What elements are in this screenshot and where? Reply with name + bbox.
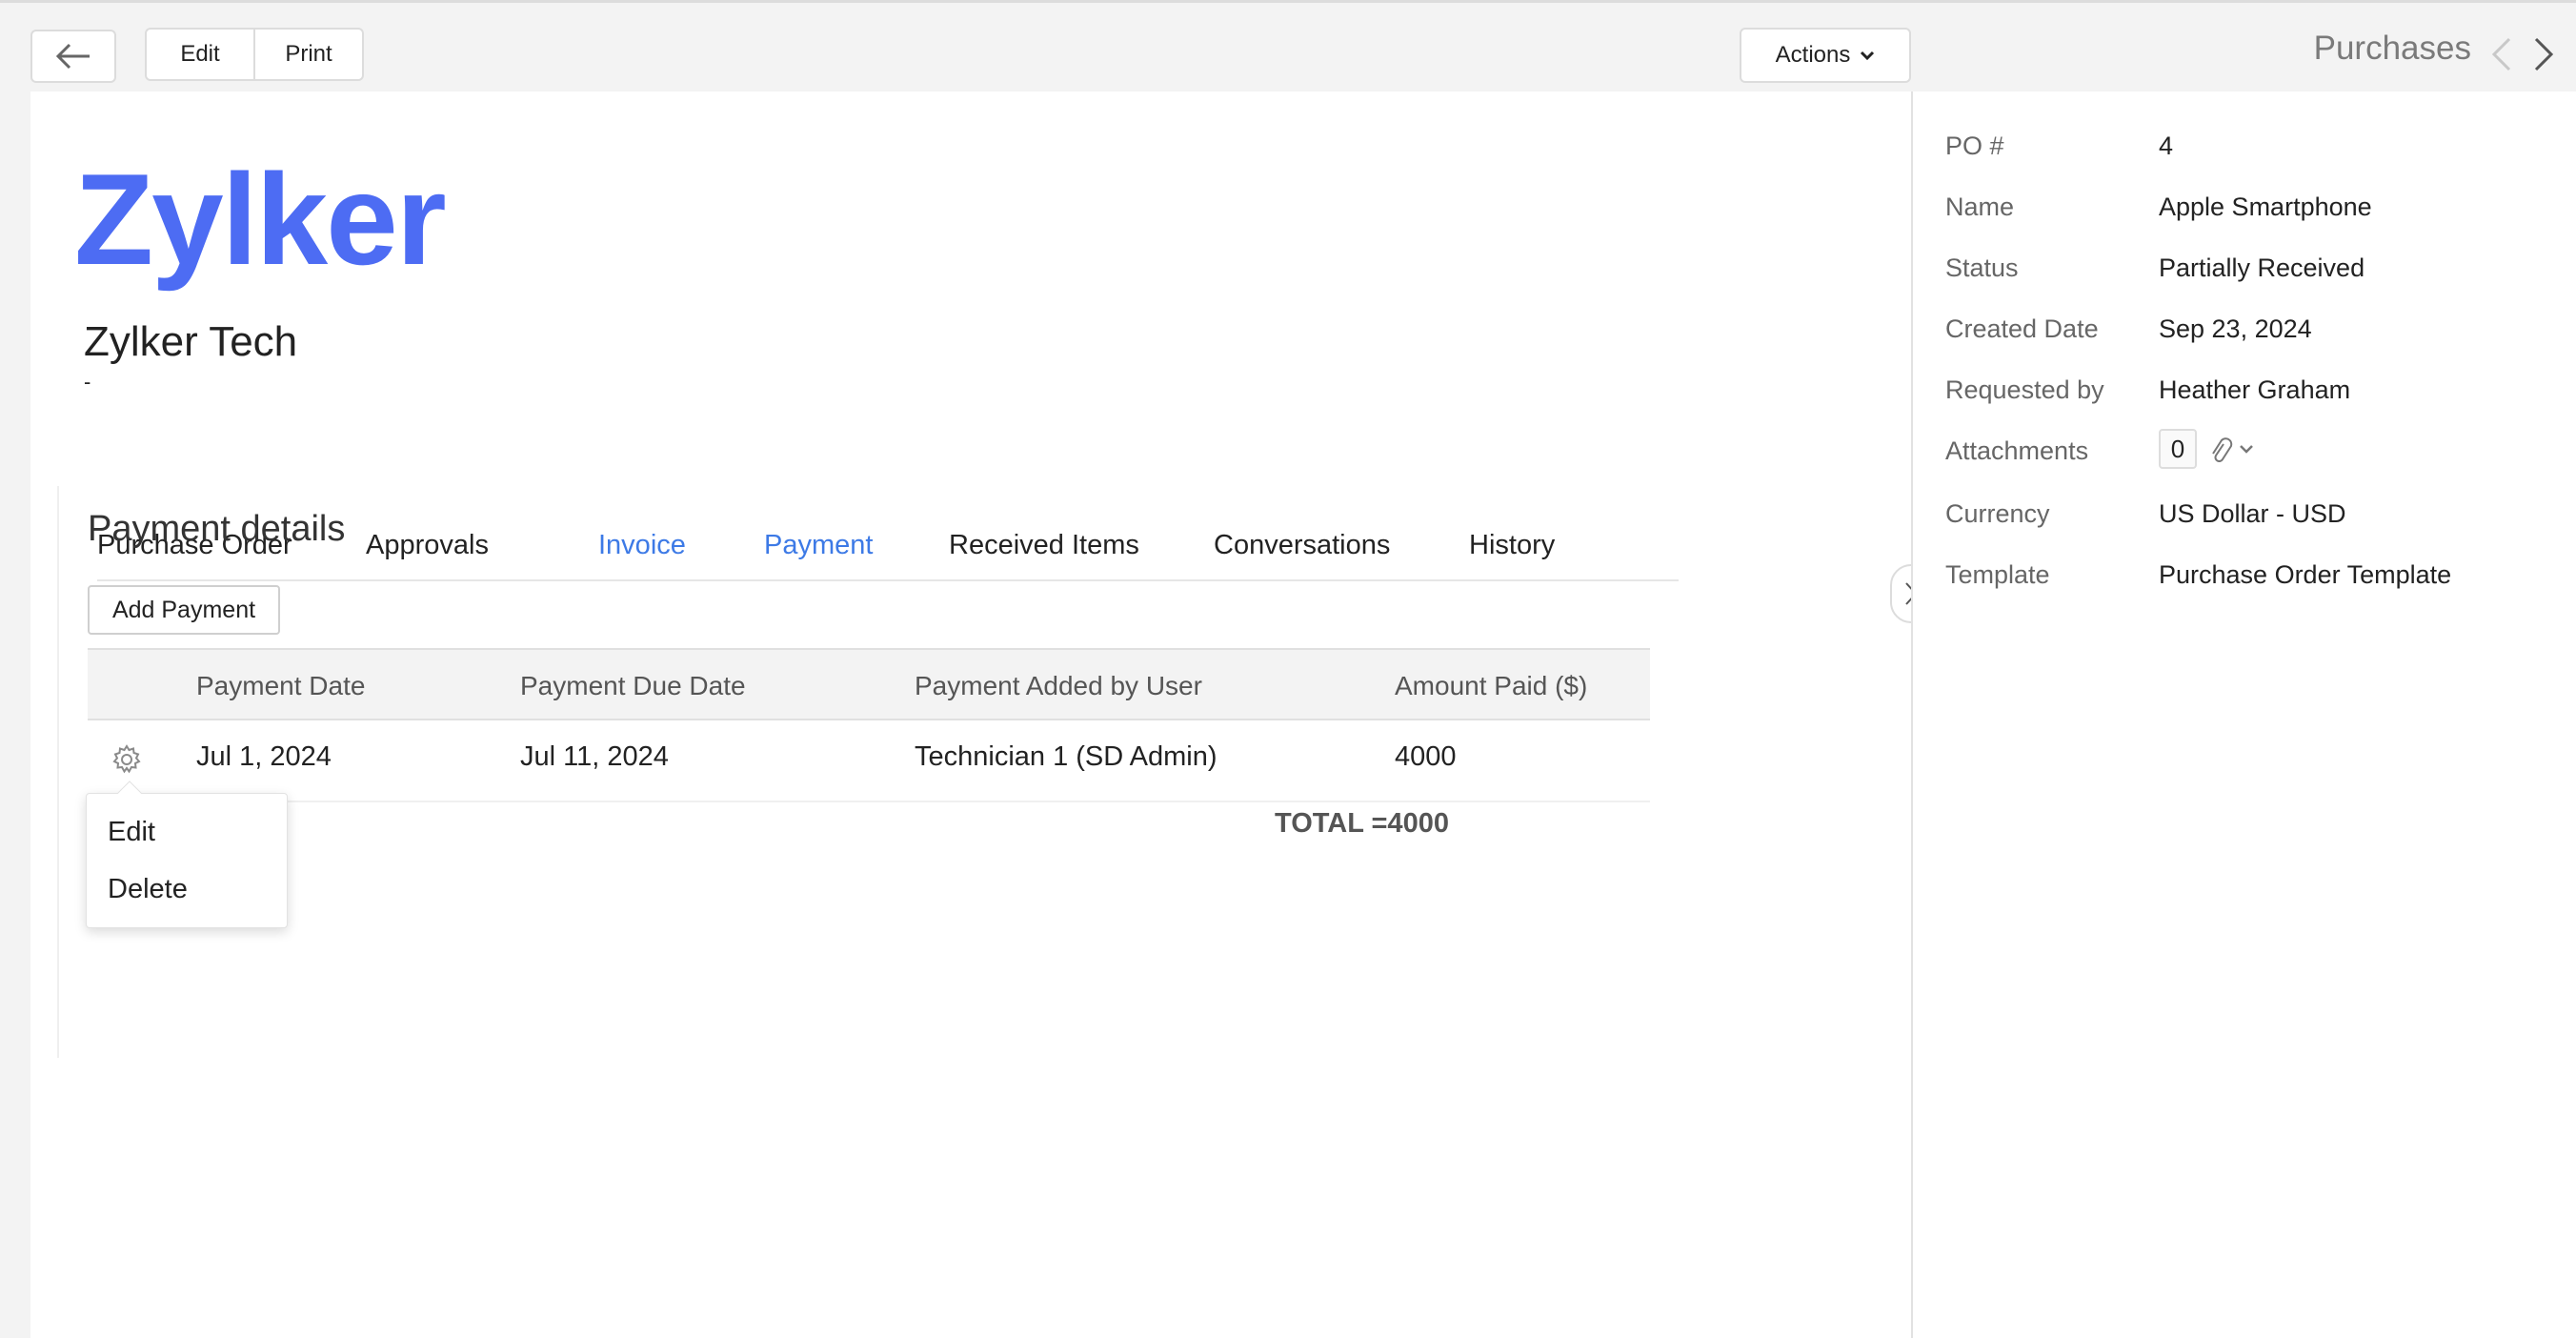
arrow-left-icon [55,43,90,70]
detail-value: US Dollar - USD [2159,499,2346,528]
actions-label: Actions [1775,42,1851,68]
payment-due-date-cell: Jul 11, 2024 [520,741,669,772]
top-toolbar: Edit Print Actions Purchases [0,0,2576,91]
detail-value: Apple Smartphone [2159,193,2372,221]
detail-row-attachments: Attachments 0 [1945,429,2555,475]
main-panel: Zylker Zylker Tech - Purchase Order Appr… [30,91,1911,1338]
detail-row-name: Name Apple Smartphone [1945,193,2555,231]
detail-value: 4 [2159,132,2174,160]
row-action-menu: Edit Delete [86,780,288,928]
tab-invoice[interactable]: Invoice [598,530,686,561]
amount-paid-cell: 4000 [1395,741,1457,772]
column-header: Payment Added by User [915,671,1202,700]
detail-row-po: PO # 4 [1945,132,2555,170]
chevron-down-icon [1861,51,1875,61]
added-by-cell: Technician 1 (SD Admin) [915,741,1218,772]
next-record-icon[interactable] [2532,35,2555,73]
tab-history[interactable]: History [1469,530,1555,561]
detail-label: Currency [1945,499,2050,528]
payment-total: TOTAL =4000 [1275,808,1449,839]
back-button[interactable] [30,30,116,83]
tab-received-items[interactable]: Received Items [949,530,1139,561]
tab-payment[interactable]: Payment [764,530,873,561]
print-button[interactable]: Print [253,30,362,79]
column-header: Payment Date [196,671,366,700]
column-header: Amount Paid ($) [1395,671,1588,700]
actions-dropdown[interactable]: Actions [1740,28,1911,83]
detail-label: Template [1945,560,2050,589]
detail-label: Requested by [1945,375,2104,404]
section-title: Payment details [88,509,346,549]
payment-table: Payment Date Payment Due Date Payment Ad… [88,648,1650,802]
detail-label: Attachments [1945,436,2089,465]
detail-value: Purchase Order Template [2159,560,2452,589]
detail-label: PO # [1945,132,2004,160]
module-title: Purchases [2313,30,2471,67]
table-row: Jul 1, 2024 Jul 11, 2024 Technician 1 (S… [88,720,1650,802]
details-panel: PO # 4 Name Apple Smartphone Status Part… [1911,91,2576,1338]
attachment-count: 0 [2159,429,2197,469]
column-header: Payment Due Date [520,671,746,700]
detail-label: Status [1945,253,2019,282]
table-header: Payment Date Payment Due Date Payment Ad… [88,648,1650,720]
detail-row-status: Status Partially Received [1945,253,2555,292]
detail-value: Partially Received [2159,253,2365,282]
edit-print-group: Edit Print [145,28,364,81]
detail-value: Sep 23, 2024 [2159,314,2312,343]
previous-record-icon[interactable] [2490,35,2513,73]
detail-row-template: Template Purchase Order Template [1945,560,2555,598]
menu-item-edit[interactable]: Edit [108,817,155,848]
paperclip-icon[interactable] [2206,435,2256,465]
gear-icon[interactable] [111,743,143,776]
organization-name: Zylker Tech [84,318,298,365]
detail-row-requested-by: Requested by Heather Graham [1945,375,2555,414]
tab-conversations[interactable]: Conversations [1214,530,1390,561]
add-payment-button[interactable]: Add Payment [88,585,280,635]
edit-button[interactable]: Edit [147,30,253,79]
content-divider [57,486,59,1058]
detail-row-created-date: Created Date Sep 23, 2024 [1945,314,2555,353]
detail-label: Created Date [1945,314,2099,343]
company-logo: Zylker [74,147,447,292]
payment-date-cell: Jul 1, 2024 [196,741,332,772]
detail-value: Heather Graham [2159,375,2351,404]
detail-label: Name [1945,193,2015,221]
menu-item-delete[interactable]: Delete [108,874,188,905]
detail-row-currency: Currency US Dollar - USD [1945,499,2555,537]
tab-approvals[interactable]: Approvals [366,530,489,561]
organization-subtext: - [84,370,91,394]
